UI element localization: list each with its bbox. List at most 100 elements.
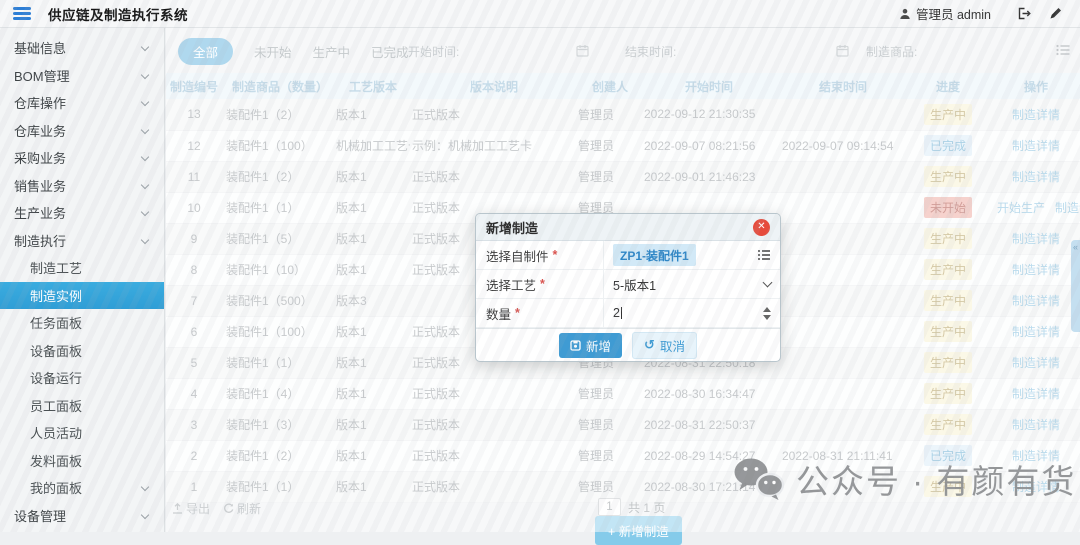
list-icon[interactable] (757, 249, 771, 261)
spinner-down-icon[interactable] (763, 315, 771, 320)
hamburger-menu-icon[interactable] (13, 7, 31, 20)
action-link[interactable]: 制造详情 (1012, 418, 1060, 432)
sidebar-item-11[interactable]: 设备面板 (0, 337, 164, 365)
sidebar-item-2[interactable]: 仓库操作 (0, 89, 164, 117)
action-link[interactable]: 制造详情 (1012, 263, 1060, 277)
sidebar-item-0[interactable]: 基础信息 (0, 34, 164, 62)
sidebar-item-8[interactable]: 制造工艺 (0, 254, 164, 282)
chevron-down-icon (141, 70, 149, 78)
action-link[interactable]: 开始生产 (997, 201, 1045, 215)
cell-product: 装配件1（2） (226, 449, 299, 463)
pagination: 1 共 1 页 (598, 498, 665, 516)
filter-tab-1[interactable]: 未开始 (254, 42, 292, 61)
action-link[interactable]: 制造详情 (1012, 170, 1060, 184)
sidebar-item-14[interactable]: 人员活动 (0, 419, 164, 447)
sidebar-item-6[interactable]: 生产业务 (0, 199, 164, 227)
field-input-select[interactable]: 5-版本1 (604, 270, 780, 298)
refresh-button[interactable]: 刷新 (223, 500, 261, 517)
sidebar-item-12[interactable]: 设备运行 (0, 364, 164, 392)
submit-label: 新增 (586, 336, 611, 355)
status-badge: 生产中 (924, 228, 972, 249)
action-link[interactable]: 制造详情 (1012, 294, 1060, 308)
sidebar-item-1[interactable]: BOM管理 (0, 62, 164, 90)
calendar-icon[interactable] (576, 44, 589, 57)
cell-start: 2022-09-01 21:46:23 (644, 170, 755, 184)
cell-creator: 管理员 (578, 387, 614, 401)
action-link[interactable]: 制造详情 (1012, 480, 1060, 494)
cell-id: 9 (191, 232, 198, 246)
required-asterisk: * (540, 277, 545, 291)
chevron-down-icon (141, 43, 149, 51)
cell-product: 装配件1（10） (226, 263, 306, 277)
filter-tab-3[interactable]: 已完成 (371, 42, 409, 61)
action-link[interactable]: 制造详情 (1012, 139, 1060, 153)
cell-id: 13 (187, 107, 200, 121)
cancel-button[interactable]: ↺ 取消 (632, 332, 697, 359)
status-badge: 生产中 (924, 321, 972, 342)
cell-start: 2022-08-31 22:50:37 (644, 418, 755, 432)
required-asterisk: * (515, 306, 520, 320)
add-manufacture-button[interactable]: + 新增制造 (595, 516, 682, 545)
sidebar-item-label: 制造工艺 (30, 258, 82, 277)
filter-tab-2[interactable]: 生产中 (313, 42, 351, 61)
cell-start: 2022-08-29 14:54:27 (644, 449, 755, 463)
sidebar-item-7[interactable]: 制造执行 (0, 227, 164, 255)
logout-icon[interactable] (1017, 7, 1031, 20)
sidebar-item-3[interactable]: 仓库业务 (0, 117, 164, 145)
table-row: 3装配件1（3）版本1正式版本管理员2022-08-31 22:50:37生产中… (166, 409, 1080, 440)
cell-process: 版本1 (336, 108, 367, 122)
list-picker-icon[interactable] (1056, 44, 1070, 56)
sidebar-item-10[interactable]: 任务面板 (0, 309, 164, 337)
sidebar-item-15[interactable]: 发料面板 (0, 447, 164, 475)
sidebar-item-label: 仓库操作 (14, 93, 66, 112)
sidebar-item-17[interactable]: 设备管理 (0, 502, 164, 530)
spinner-up-icon[interactable] (763, 307, 771, 312)
action-link[interactable]: 制造详情 (1012, 449, 1060, 463)
export-button[interactable]: 导出 (172, 500, 210, 517)
cell-process: 机械加工工艺卡 (336, 139, 410, 153)
action-link[interactable]: 制造详情 (1012, 108, 1060, 122)
action-link[interactable]: 制造详情 (1012, 325, 1060, 339)
close-icon[interactable]: ✕ (753, 219, 770, 236)
dialog-header: 新增制造 ✕ (476, 214, 780, 241)
field-input-chip-list[interactable]: ZP1-装配件1 (604, 241, 780, 269)
cell-desc: 正式版本 (412, 170, 460, 184)
action-link[interactable]: 制造详情 (1012, 387, 1060, 401)
cell-product: 装配件1（500） (226, 294, 313, 308)
cell-desc: 正式版本 (412, 418, 460, 432)
cell-product: 装配件1（3） (226, 418, 299, 432)
cell-process: 版本3 (336, 294, 367, 308)
number-value: 2 (613, 306, 620, 320)
field-input-number[interactable]: 2 (604, 299, 780, 327)
sidebar-item-16[interactable]: 我的面板 (0, 474, 164, 502)
refresh-label: 刷新 (237, 500, 261, 517)
cell-desc: 正式版本 (412, 449, 460, 463)
action-link[interactable]: 制造详情 (1012, 232, 1060, 246)
field-label: 选择自制件 (486, 246, 549, 265)
submit-button[interactable]: 新增 (559, 333, 622, 358)
chevron-down-icon (141, 208, 149, 216)
page-number-input[interactable]: 1 (598, 498, 621, 516)
action-link[interactable]: 制造详情 (1055, 201, 1080, 215)
field-label: 数量 (486, 304, 511, 323)
sidebar-item-13[interactable]: 员工面板 (0, 392, 164, 420)
chevron-down-icon (141, 125, 149, 133)
sidebar-item-5[interactable]: 销售业务 (0, 172, 164, 200)
calendar-icon[interactable] (836, 44, 849, 57)
status-badge: 生产中 (924, 352, 972, 373)
status-badge: 已完成 (924, 135, 972, 156)
sidebar-item-4[interactable]: 采购业务 (0, 144, 164, 172)
sidebar-item-9[interactable]: 制造实例 (0, 282, 164, 310)
pencil-icon[interactable] (1049, 7, 1062, 20)
user-menu[interactable]: 管理员 admin (899, 4, 991, 23)
chevron-down-icon (141, 98, 149, 106)
cell-process: 版本1 (336, 263, 367, 277)
cell-process: 版本1 (336, 387, 367, 401)
filter-tab-0[interactable]: 全部 (178, 38, 233, 65)
user-icon (899, 8, 911, 20)
action-link[interactable]: 制造详情 (1012, 356, 1060, 370)
sidebar-collapse-handle[interactable]: « (1071, 240, 1080, 332)
cell-id: 5 (191, 356, 198, 370)
status-badge: 生产中 (924, 166, 972, 187)
table-row: 2装配件1（2）版本1正式版本管理员2022-08-29 14:54:27202… (166, 440, 1080, 471)
